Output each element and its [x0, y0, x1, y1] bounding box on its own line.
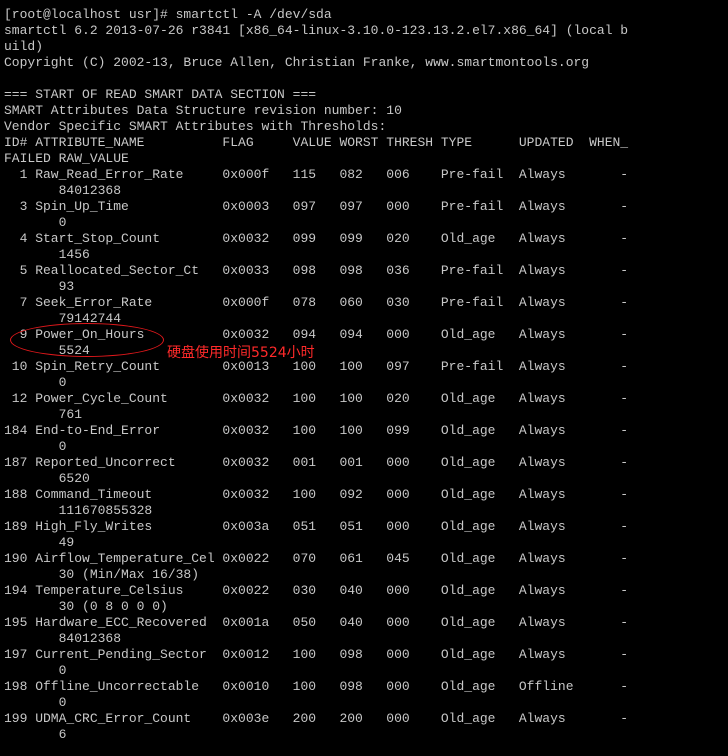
terminal-line: 7 Seek_Error_Rate 0x000f 078 060 030 Pre…: [4, 295, 629, 310]
annotation-note: 硬盘使用时间5524小时: [167, 345, 315, 361]
terminal-line: 84012368: [4, 631, 122, 646]
terminal-line: 1456: [4, 247, 90, 262]
terminal-line: 188 Command_Timeout 0x0032 100 092 000 O…: [4, 487, 629, 502]
terminal-line: uild): [4, 39, 44, 54]
terminal-line: 30 (Min/Max 16/38): [4, 567, 200, 582]
terminal-line: 0: [4, 663, 67, 678]
terminal-line: 189 High_Fly_Writes 0x003a 051 051 000 O…: [4, 519, 629, 534]
terminal-line: 5524: [4, 343, 90, 358]
terminal-line: 5 Reallocated_Sector_Ct 0x0033 098 098 0…: [4, 263, 629, 278]
terminal-line: 0: [4, 439, 67, 454]
terminal-line: 187 Reported_Uncorrect 0x0032 001 001 00…: [4, 455, 629, 470]
terminal-line: FAILED RAW_VALUE: [4, 151, 129, 166]
terminal-line: 111670855328: [4, 503, 153, 518]
terminal-line: 198 Offline_Uncorrectable 0x0010 100 098…: [4, 679, 629, 694]
terminal-line: 761: [4, 407, 83, 422]
terminal-line: 49: [4, 535, 75, 550]
terminal-line: 1 Raw_Read_Error_Rate 0x000f 115 082 006…: [4, 167, 629, 182]
terminal-line: 194 Temperature_Celsius 0x0022 030 040 0…: [4, 583, 629, 598]
terminal-line: === START OF READ SMART DATA SECTION ===: [4, 87, 317, 102]
terminal-line: ID# ATTRIBUTE_NAME FLAG VALUE WORST THRE…: [4, 135, 629, 150]
terminal-line: 195 Hardware_ECC_Recovered 0x001a 050 04…: [4, 615, 629, 630]
terminal-window[interactable]: [root@localhost usr]# smartctl -A /dev/s…: [0, 0, 728, 756]
terminal-line: 6: [4, 727, 67, 742]
terminal-line: [root@localhost usr]# smartctl -A /dev/s…: [4, 7, 332, 22]
terminal-line: Vendor Specific SMART Attributes with Th…: [4, 119, 387, 134]
terminal-line: 190 Airflow_Temperature_Cel 0x0022 070 0…: [4, 551, 629, 566]
terminal-line: 6520: [4, 471, 90, 486]
terminal-line: SMART Attributes Data Structure revision…: [4, 103, 402, 118]
terminal-line: smartctl 6.2 2013-07-26 r3841 [x86_64-li…: [4, 23, 629, 38]
terminal-line: 10 Spin_Retry_Count 0x0013 100 100 097 P…: [4, 359, 629, 374]
terminal-line: 0: [4, 375, 67, 390]
terminal-line: 93: [4, 279, 75, 294]
terminal-line: 184 End-to-End_Error 0x0032 100 100 099 …: [4, 423, 629, 438]
terminal-line: 197 Current_Pending_Sector 0x0012 100 09…: [4, 647, 629, 662]
terminal-line: 30 (0 8 0 0 0): [4, 599, 168, 614]
terminal-line: 9 Power_On_Hours 0x0032 094 094 000 Old_…: [4, 327, 629, 342]
terminal-line: 199 UDMA_CRC_Error_Count 0x003e 200 200 …: [4, 711, 629, 726]
terminal-line: Copyright (C) 2002-13, Bruce Allen, Chri…: [4, 55, 590, 70]
terminal-line: 12 Power_Cycle_Count 0x0032 100 100 020 …: [4, 391, 629, 406]
terminal-line: 0: [4, 215, 67, 230]
terminal-line: 0: [4, 695, 67, 710]
terminal-line: 79142744: [4, 311, 122, 326]
terminal-line: 4 Start_Stop_Count 0x0032 099 099 020 Ol…: [4, 231, 629, 246]
terminal-line: 3 Spin_Up_Time 0x0003 097 097 000 Pre-fa…: [4, 199, 629, 214]
terminal-line: 84012368: [4, 183, 122, 198]
